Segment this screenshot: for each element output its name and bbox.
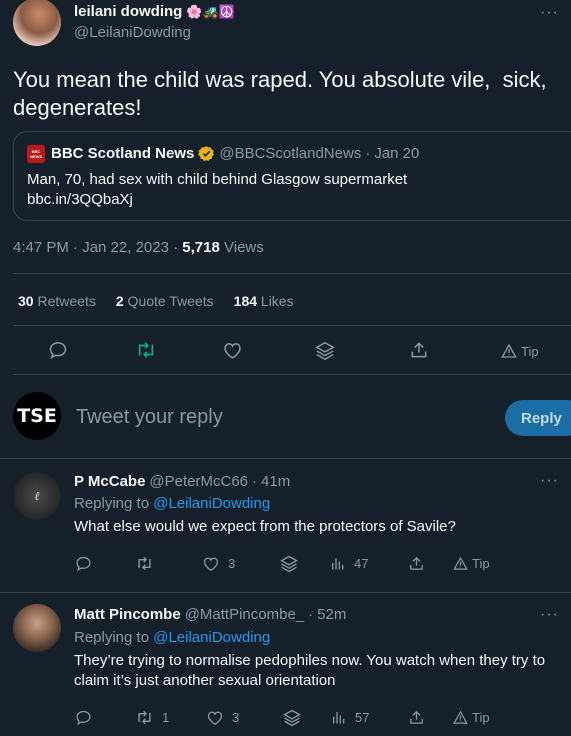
layers-icon[interactable] [279, 554, 299, 574]
author-name[interactable]: leilani dowding [74, 3, 182, 20]
reply-author-name[interactable]: P McCabe [74, 473, 145, 490]
reply-separator: · [308, 606, 314, 623]
tweet-text: You mean the child was raped. You absolu… [13, 67, 553, 120]
share-icon[interactable] [409, 340, 429, 360]
quote-date: Jan 20 [374, 145, 420, 162]
reply-avatar-glyph: ℓ [34, 488, 40, 503]
like-icon [202, 555, 220, 572]
retweets-stat[interactable]: 30 Retweets [18, 293, 96, 309]
retweet-count: 1 [162, 710, 170, 725]
layers-icon[interactable] [314, 340, 336, 362]
like-count: 3 [228, 556, 236, 571]
more-options-icon[interactable]: ··· [540, 472, 559, 490]
retweet-action[interactable]: 1 [135, 709, 169, 726]
like-count: 3 [232, 710, 240, 725]
quote-author-name: BBC Scotland News [51, 145, 195, 162]
verified-badge-icon [198, 145, 215, 162]
tip-button[interactable]: Tip [453, 710, 490, 725]
author-emoji: 🌸🚜☮️ [186, 3, 235, 19]
tip-button[interactable]: Tip [501, 343, 539, 359]
retweet-icon [135, 555, 154, 572]
views-chart-icon [330, 555, 346, 572]
views-action[interactable]: 57 [331, 709, 369, 726]
reply-input[interactable]: Tweet your reply [76, 406, 223, 429]
reply-avatar[interactable]: ℓ [13, 472, 61, 520]
author-handle[interactable]: @LeilaniDowding [74, 24, 191, 41]
likes-stat[interactable]: 184 Likes [234, 293, 294, 309]
like-icon [206, 709, 224, 726]
like-action[interactable]: 3 [206, 709, 239, 726]
replying-to-label: Replying to [74, 495, 150, 512]
reply-author-name[interactable]: Matt Pincombe [74, 606, 181, 623]
author-avatar[interactable] [13, 0, 61, 46]
quote-author-handle: @BBCScotlandNews [219, 145, 362, 162]
quote-separator: · [365, 145, 371, 162]
retweet-icon[interactable] [135, 340, 157, 360]
reply-time[interactable]: 52m [317, 606, 346, 623]
views-count: 5,718 [182, 239, 220, 256]
quote-link[interactable]: bbc.in/3QQbaXj [27, 191, 133, 208]
bbc-logo-text: BBC NEWS [30, 149, 42, 159]
views-action[interactable]: 47 [330, 555, 368, 572]
tip-label: Tip [472, 710, 490, 725]
reply-text: They’re trying to normalise pedophiles n… [74, 652, 546, 689]
tip-label: Tip [521, 343, 539, 359]
layers-icon[interactable] [282, 708, 302, 728]
reply-button[interactable]: Reply [505, 400, 571, 436]
user-avatar-text: TSE [17, 405, 57, 427]
tip-button[interactable]: Tip [453, 556, 490, 571]
replying-to-handle[interactable]: @LeilaniDowding [153, 495, 270, 512]
reply-icon[interactable] [75, 555, 92, 572]
share-icon[interactable] [408, 709, 425, 726]
bbc-logo-icon: BBC NEWS [27, 145, 45, 163]
tip-icon [453, 556, 468, 571]
like-action[interactable]: 3 [202, 555, 235, 572]
reply-icon[interactable] [75, 709, 92, 726]
retweet-action[interactable] [135, 555, 162, 572]
tip-label: Tip [472, 556, 490, 571]
divider [0, 592, 571, 593]
user-avatar[interactable]: TSE [13, 392, 61, 440]
views-count: 57 [355, 710, 370, 725]
tweet-timestamp[interactable]: 4:47 PM · Jan 22, 2023 · [13, 239, 178, 256]
share-icon[interactable] [408, 555, 425, 572]
reply-author-handle[interactable]: @MattPincombe_ [185, 606, 304, 623]
tip-icon [501, 343, 517, 359]
more-options-icon[interactable]: ··· [540, 606, 559, 624]
retweet-icon [135, 709, 154, 726]
more-options-icon[interactable]: ··· [540, 4, 559, 22]
reply-time[interactable]: 41m [261, 473, 290, 490]
views-label: Views [224, 239, 264, 256]
like-icon[interactable] [222, 340, 243, 360]
reply-avatar[interactable] [13, 604, 61, 652]
divider [0, 458, 571, 459]
divider [13, 325, 571, 326]
reply-text: What else would we expect from the prote… [74, 518, 456, 535]
views-chart-icon [331, 709, 347, 726]
divider [13, 374, 571, 375]
views-count: 47 [354, 556, 369, 571]
tip-icon [453, 710, 468, 725]
replying-to-label: Replying to [74, 629, 150, 646]
reply-icon[interactable] [48, 340, 68, 360]
reply-button-label: Reply [521, 409, 562, 427]
reply-author-handle[interactable]: @PeterMcC66 [149, 473, 248, 490]
replying-to-handle[interactable]: @LeilaniDowding [153, 629, 270, 646]
reply-separator: · [252, 473, 258, 490]
divider [13, 273, 571, 274]
quote-tweets-stat[interactable]: 2 Quote Tweets [116, 293, 214, 309]
quote-text: Man, 70, had sex with child behind Glasg… [27, 171, 408, 188]
